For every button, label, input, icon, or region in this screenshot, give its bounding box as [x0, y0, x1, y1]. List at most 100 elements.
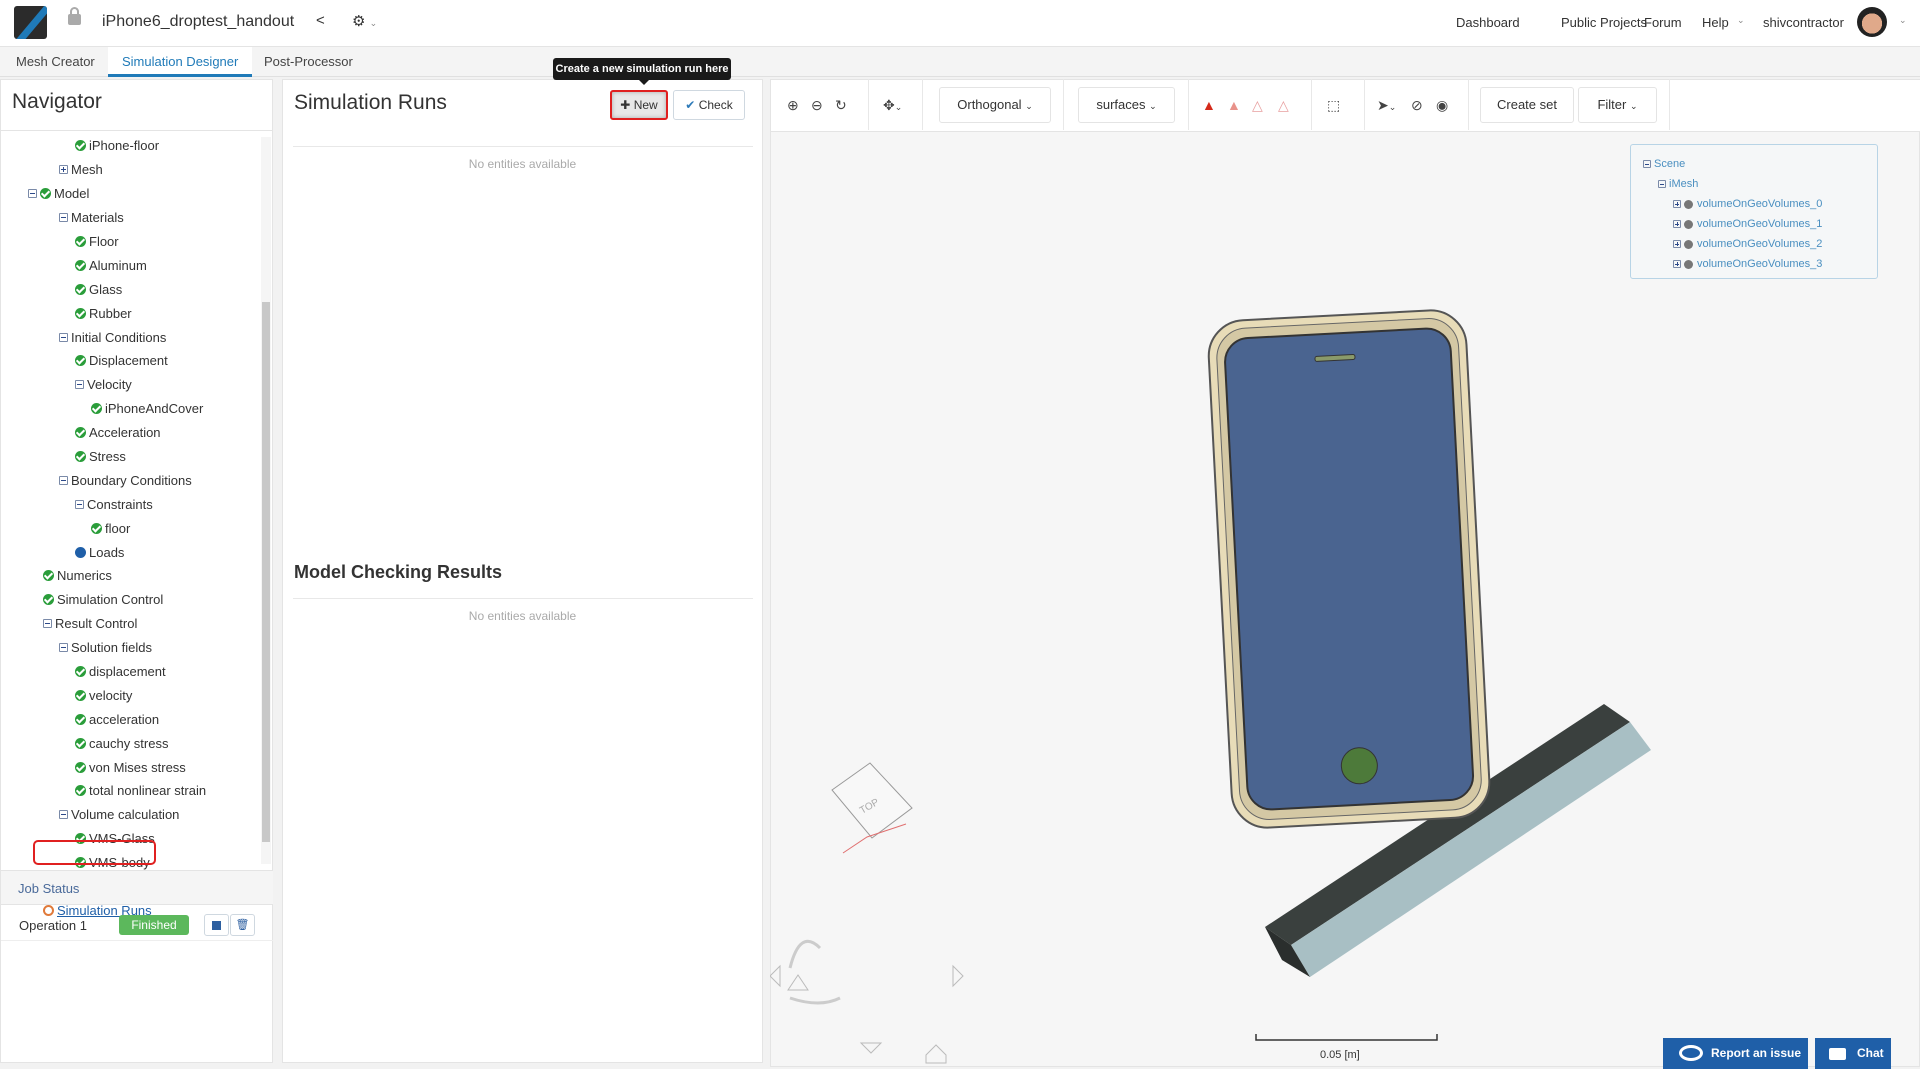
tree-item[interactable]: Velocity: [1, 373, 259, 397]
new-run-button[interactable]: ✚ New: [610, 90, 668, 120]
tree-item-label[interactable]: velocity: [89, 688, 132, 703]
tree-item-label[interactable]: Rubber: [89, 306, 132, 321]
refresh-icon[interactable]: ↻: [835, 97, 847, 114]
nav-dashboard[interactable]: Dashboard: [1456, 15, 1520, 30]
hide-icon[interactable]: ⊘: [1411, 97, 1423, 114]
navigator-scrollbar[interactable]: [261, 137, 271, 864]
nav-help[interactable]: Help: [1702, 15, 1729, 30]
tree-item[interactable]: Solution fields: [1, 636, 259, 660]
tree-item[interactable]: Simulation Control: [1, 588, 259, 612]
pointer-icon[interactable]: ➤⌄: [1377, 97, 1396, 114]
delete-button[interactable]: 🗑: [230, 914, 255, 936]
tree-item-label[interactable]: Numerics: [57, 568, 112, 583]
collapse-icon[interactable]: [59, 643, 68, 653]
box-select-icon[interactable]: ⬚: [1327, 97, 1340, 114]
avatar[interactable]: [1857, 7, 1887, 37]
tab-mesh-creator[interactable]: Mesh Creator: [2, 47, 109, 77]
nav-forum[interactable]: Forum: [1644, 15, 1682, 30]
tree-item-label[interactable]: Model: [54, 186, 89, 201]
tree-item[interactable]: displacement: [1, 660, 259, 684]
tree-item[interactable]: floor: [1, 516, 259, 540]
tree-item[interactable]: Boundary Conditions: [1, 468, 259, 492]
tree-item[interactable]: Materials: [1, 206, 259, 230]
tree-item[interactable]: cauchy stress: [1, 731, 259, 755]
tree-item[interactable]: Loads: [1, 540, 259, 564]
gear-icon[interactable]: ⚙ ⌄: [352, 12, 377, 30]
chat-button[interactable]: Chat: [1815, 1038, 1891, 1069]
tree-item[interactable]: Glass: [1, 277, 259, 301]
zoom-in-icon[interactable]: ⊕: [787, 97, 799, 114]
collapse-icon[interactable]: [59, 332, 68, 342]
tree-item[interactable]: velocity: [1, 683, 259, 707]
tree-item[interactable]: Numerics: [1, 564, 259, 588]
tree-item-label[interactable]: cauchy stress: [89, 736, 168, 751]
tab-post-processor[interactable]: Post-Processor: [250, 47, 367, 77]
tree-item-label[interactable]: Velocity: [87, 377, 132, 392]
tree-item-label[interactable]: iPhoneAndCover: [105, 401, 203, 416]
tree-item-label[interactable]: Volume calculation: [71, 807, 179, 822]
tree-item[interactable]: Floor: [1, 230, 259, 254]
tree-item-label[interactable]: Loads: [89, 545, 124, 560]
orientation-cube[interactable]: TOP: [770, 762, 964, 1064]
tree-item-label[interactable]: total nonlinear strain: [89, 783, 206, 798]
tree-item-label[interactable]: Glass: [89, 282, 122, 297]
tree-item-label[interactable]: Solution fields: [71, 640, 152, 655]
expand-icon[interactable]: [59, 165, 68, 175]
chevron-down-icon[interactable]: ⌄: [1737, 15, 1745, 26]
tree-item-label[interactable]: floor: [105, 521, 130, 536]
report-issue-button[interactable]: Report an issue: [1663, 1038, 1808, 1069]
tree-item-label[interactable]: acceleration: [89, 712, 159, 727]
tree-item[interactable]: Rubber: [1, 301, 259, 325]
tree-item[interactable]: iPhoneAndCover: [1, 397, 259, 421]
tree-item[interactable]: Aluminum: [1, 253, 259, 277]
collapse-icon[interactable]: [28, 189, 37, 199]
create-set-button[interactable]: Create set: [1480, 87, 1574, 123]
collapse-icon[interactable]: [59, 213, 68, 223]
tab-simulation-designer[interactable]: Simulation Designer: [108, 47, 253, 77]
tree-item[interactable]: Volume calculation: [1, 803, 259, 827]
tree-item-label[interactable]: iPhone-floor: [89, 138, 159, 153]
chevron-down-icon[interactable]: ⌄: [1899, 15, 1907, 26]
tree-item-label[interactable]: Constraints: [87, 497, 153, 512]
surface-edges-icon[interactable]: ▲: [1227, 97, 1241, 113]
app-logo[interactable]: [14, 6, 47, 39]
tree-item[interactable]: Model: [1, 182, 259, 206]
collapse-icon[interactable]: [75, 380, 84, 390]
tree-item[interactable]: Result Control: [1, 612, 259, 636]
eye-icon[interactable]: ◉: [1436, 97, 1448, 114]
nav-public-projects[interactable]: Public Projects: [1561, 15, 1647, 30]
check-button[interactable]: ✔ Check: [673, 90, 745, 120]
stop-button[interactable]: [204, 914, 229, 936]
tree-item-label[interactable]: Floor: [89, 234, 119, 249]
tree-item[interactable]: Displacement: [1, 349, 259, 373]
tree-item-label[interactable]: Stress: [89, 449, 126, 464]
tree-item-label[interactable]: von Mises stress: [89, 760, 186, 775]
tree-item-label[interactable]: Simulation Control: [57, 592, 163, 607]
tree-item-label[interactable]: Aluminum: [89, 258, 147, 273]
share-icon[interactable]: <: [316, 12, 325, 29]
tree-item-label[interactable]: Materials: [71, 210, 124, 225]
tree-item-label[interactable]: Mesh: [71, 162, 103, 177]
solid-view-icon[interactable]: ▲: [1202, 97, 1216, 113]
3d-viewport[interactable]: TOP 0.05 [m]: [770, 130, 1920, 1066]
render-mode-dropdown[interactable]: surfaces ⌄: [1078, 87, 1175, 123]
collapse-icon[interactable]: [43, 619, 52, 629]
wireframe-icon[interactable]: △: [1252, 97, 1263, 114]
tree-item[interactable]: acceleration: [1, 707, 259, 731]
collapse-icon[interactable]: [75, 499, 84, 509]
tree-item[interactable]: total nonlinear strain: [1, 779, 259, 803]
filter-dropdown[interactable]: Filter ⌄: [1578, 87, 1657, 123]
tree-item-label[interactable]: Acceleration: [89, 425, 161, 440]
tree-item[interactable]: von Mises stress: [1, 755, 259, 779]
tree-item[interactable]: Constraints: [1, 492, 259, 516]
tree-item[interactable]: Mesh: [1, 158, 259, 182]
collapse-icon[interactable]: [59, 810, 68, 820]
zoom-out-icon[interactable]: ⊖: [811, 97, 823, 114]
username[interactable]: shivcontractor: [1763, 15, 1844, 30]
tree-item[interactable]: Initial Conditions: [1, 325, 259, 349]
tree-item[interactable]: iPhone-floor: [1, 134, 259, 158]
tree-item-label[interactable]: Result Control: [55, 616, 137, 631]
projection-dropdown[interactable]: Orthogonal ⌄: [939, 87, 1051, 123]
tree-item-label[interactable]: displacement: [89, 664, 166, 679]
collapse-icon[interactable]: [59, 475, 68, 485]
